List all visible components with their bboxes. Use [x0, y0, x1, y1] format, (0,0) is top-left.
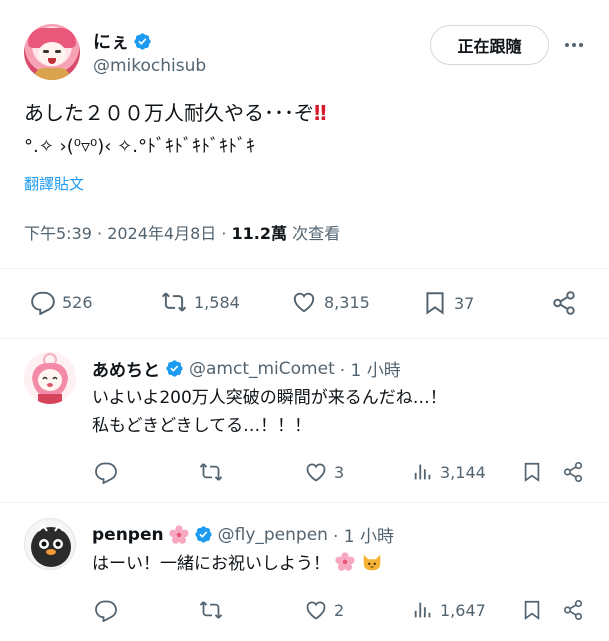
following-button[interactable]: 正在跟隨 — [430, 25, 549, 65]
bookmark-button[interactable]: 37 — [422, 289, 474, 317]
cherry-blossom-icon — [335, 552, 355, 571]
reply-author-handle[interactable]: @fly_penpen — [218, 525, 328, 545]
translate-link[interactable]: 翻譯貼文 — [24, 173, 84, 194]
like-icon — [306, 601, 326, 620]
repost-icon — [161, 292, 187, 312]
reply-like-button[interactable]: 2 — [304, 598, 344, 622]
reply-text-line-2: 私もどきどきしてる…！！！ — [92, 416, 312, 436]
reply-text-line-1: いよいよ200万人突破の瞬間が来るんだね…！ — [92, 388, 447, 408]
reply-repost-button[interactable] — [198, 460, 230, 484]
reply-icon — [95, 462, 117, 484]
tweet-text-line-1: あした２００万人耐久やる･･･ぞ‼ — [24, 101, 327, 125]
penguin-avatar — [31, 523, 71, 567]
reply-share-button[interactable] — [562, 460, 584, 484]
view-count: 11.2萬 — [231, 224, 288, 243]
reply-timestamp[interactable]: · 1 小時 — [333, 522, 394, 547]
bookmark-icon — [524, 462, 540, 482]
reply-timestamp[interactable]: · 1 小時 — [340, 356, 401, 381]
reply-author-handle[interactable]: @amct_miComet — [189, 359, 335, 379]
like-icon — [293, 292, 315, 313]
double-exclamation-emoji: ‼ — [314, 101, 327, 125]
share-icon — [553, 291, 575, 315]
share-button[interactable] — [551, 289, 577, 317]
reply-header: penpen @fly_penpen · 1 小時 — [92, 522, 394, 548]
reply-author-name[interactable]: あめちと — [92, 356, 160, 381]
like-button[interactable]: 8,315 — [290, 289, 370, 315]
bookmark-icon — [426, 292, 444, 315]
tweet-text-line-2: °.✧ ›(⁰▿⁰)‹ ✧.°ﾄﾞｷﾄﾞｷﾄﾞｷﾄﾞｷ — [24, 136, 255, 157]
reply-reply-button[interactable] — [94, 460, 124, 484]
verified-badge-icon — [166, 360, 183, 377]
reply-icon — [31, 291, 55, 315]
author-avatar[interactable] — [24, 24, 80, 80]
reply-avatar[interactable] — [24, 518, 76, 570]
reply-views-button[interactable]: 1,647 — [412, 598, 486, 622]
verified-badge-icon — [134, 33, 151, 50]
views-icon — [414, 602, 431, 618]
repost-button[interactable]: 1,584 — [160, 289, 240, 315]
author-handle[interactable]: @mikochisub — [93, 56, 206, 76]
verified-badge-icon — [194, 526, 212, 543]
like-icon — [306, 463, 326, 482]
reply-views-button[interactable]: 3,144 — [412, 460, 486, 484]
reply-bookmark-button[interactable] — [521, 598, 543, 622]
divider — [0, 268, 609, 269]
tweet-meta: 下午5:39 · 2024年4月8日 · 11.2萬 次查看 — [24, 220, 340, 244]
reply-icon — [95, 600, 117, 622]
author-name-row[interactable]: にぇ — [93, 28, 152, 54]
author-name[interactable]: にぇ — [93, 32, 129, 53]
cherry-blossom-icon — [169, 524, 189, 544]
repost-icon — [199, 463, 223, 481]
more-icon[interactable] — [560, 33, 588, 57]
avatar-illustration — [24, 352, 76, 404]
reply-author-name[interactable]: penpen — [92, 525, 164, 545]
bookmark-icon — [524, 600, 540, 620]
reply-reply-button[interactable] — [94, 598, 124, 622]
view-label: 次查看 — [287, 224, 341, 243]
reply-text-line-1: はーい！一緒にお祝いしよう！ — [92, 551, 383, 577]
divider — [0, 502, 609, 503]
divider — [0, 338, 609, 339]
reply-header: あめちと @amct_miComet · 1 小時 — [92, 356, 401, 382]
reply-bookmark-button[interactable] — [521, 460, 543, 484]
reply-button[interactable]: 526 — [30, 289, 93, 315]
reply-share-button[interactable] — [562, 598, 584, 622]
share-icon — [563, 600, 583, 620]
reply-like-button[interactable]: 3 — [304, 460, 344, 484]
repost-icon — [199, 601, 223, 619]
reply-repost-button[interactable] — [198, 598, 230, 622]
views-icon — [414, 464, 431, 480]
reply-avatar[interactable] — [24, 352, 76, 404]
share-icon — [563, 462, 583, 482]
cat-face-icon — [363, 554, 381, 571]
tweet-timestamp[interactable]: 下午5:39 · 2024年4月8日 · — [24, 224, 232, 243]
